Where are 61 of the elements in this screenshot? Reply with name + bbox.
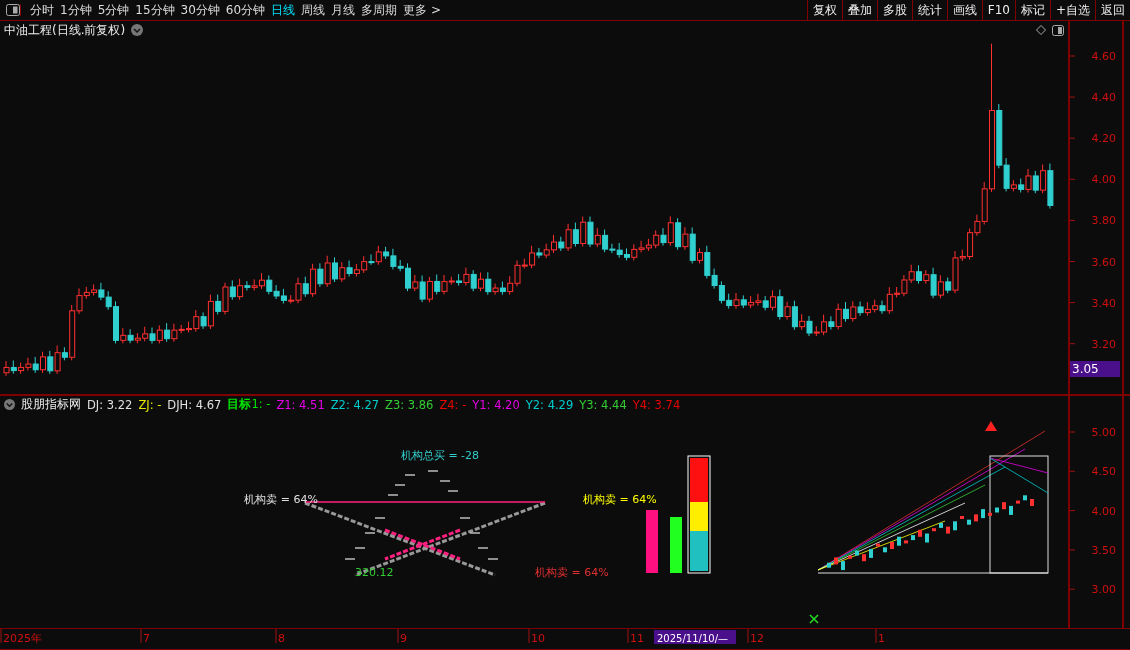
price-tick: 3.20 [1091, 337, 1116, 351]
time-label: 2025年 [3, 632, 42, 645]
bar [646, 510, 658, 573]
period-tab[interactable]: 60分钟 [222, 1, 269, 19]
period-tab[interactable]: 分时 [27, 1, 57, 19]
date-cursor-label: 2025/11/10/— [654, 630, 736, 644]
indicator-value: DJH: 4.67 [167, 397, 222, 412]
cross-icon [809, 614, 819, 624]
indicator-value: Y1: 4.20 [472, 397, 520, 412]
period-tab[interactable]: 30分钟 [177, 1, 223, 19]
indicator-label: 机构卖 = 64% [583, 493, 657, 506]
period-tab[interactable]: 月线 [328, 1, 359, 19]
period-tab[interactable]: 周线 [298, 1, 329, 19]
indicator-value: DJ: 3.22 [87, 397, 133, 412]
time-label: 7 [143, 632, 150, 645]
price-tick: 3.40 [1091, 296, 1116, 310]
time-label: 10 [531, 632, 545, 645]
indicator-value: Z4: - [439, 397, 467, 412]
indicator-value: Y4: 3.74 [632, 397, 681, 412]
indicator-value: ZJ: - [138, 397, 162, 412]
indicator-label: 机构卖 = 64% [244, 493, 318, 506]
time-label: 11 [630, 632, 644, 645]
time-label: 9 [400, 632, 407, 645]
indicator-label: 机构总买 = -28 [400, 449, 480, 462]
indicator-value: Y3: 4.44 [579, 397, 627, 412]
indicator-tick: 4.00 [1091, 504, 1116, 518]
period-tab[interactable]: 更多 > [400, 1, 444, 19]
bar [670, 517, 682, 573]
indicator-tick: 5.00 [1091, 426, 1116, 439]
time-label: 1 [878, 632, 885, 645]
price-tick: 3.80 [1091, 214, 1116, 228]
indicator-label: 320.12 [355, 566, 394, 579]
period-tab[interactable]: 1分钟 [57, 1, 95, 19]
period-tab[interactable]: 15分钟 [132, 1, 178, 19]
time-label: 12 [750, 632, 764, 645]
current-price-label: 3.05 [1070, 361, 1120, 377]
indicator-value: 目标1: - [227, 397, 271, 412]
price-tick: 3.60 [1091, 255, 1116, 269]
chevron-down-icon[interactable] [4, 399, 15, 410]
indicator-value: Y2: 4.29 [525, 397, 574, 412]
period-tab[interactable]: 日线 [268, 1, 299, 19]
indicator-value: Z3: 3.86 [385, 397, 434, 412]
price-tick: 4.20 [1091, 132, 1116, 146]
indicator-label: 机构卖 = 64% [535, 566, 609, 579]
panel-toggle-icon[interactable] [6, 4, 21, 16]
indicator-value: Z1: 4.51 [276, 397, 325, 412]
panel-toggle-icon[interactable] [1052, 24, 1064, 36]
period-tab[interactable]: 多周期 [358, 1, 401, 19]
indicator-title: 股朋指标网 [21, 396, 81, 413]
stock-title: 中油工程(日线.前复权) [4, 21, 126, 39]
indicator-tick: 3.50 [1091, 543, 1116, 557]
period-tab[interactable]: 5分钟 [94, 1, 133, 19]
indicator-tick: 3.00 [1091, 583, 1116, 597]
indicator-tick: 4.50 [1091, 465, 1116, 479]
diamond-icon[interactable] [1036, 25, 1046, 35]
chevron-down-icon[interactable] [131, 24, 144, 36]
indicator-value: Z2: 4.27 [330, 397, 380, 412]
price-tick: 4.40 [1091, 91, 1116, 105]
price-tick: 4.60 [1091, 50, 1116, 63]
price-tick: 4.00 [1091, 173, 1116, 187]
time-label: 8 [278, 632, 285, 645]
